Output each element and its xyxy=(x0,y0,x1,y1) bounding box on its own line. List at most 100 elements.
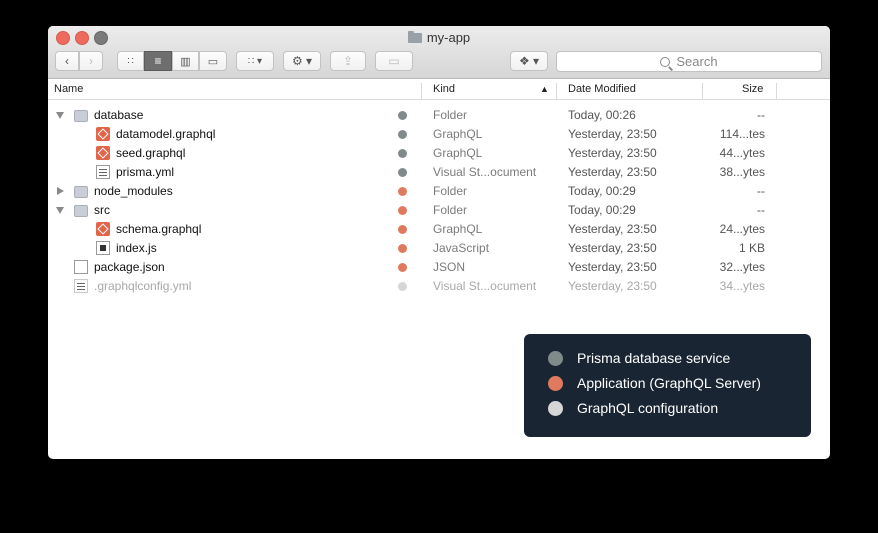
file-date-modified: Today, 00:29 xyxy=(568,184,636,198)
legend-color-dot xyxy=(548,350,563,366)
column-view-button[interactable]: ▥ xyxy=(172,51,199,71)
folder-icon xyxy=(407,31,422,43)
list-view-icon: ≡ xyxy=(154,54,162,68)
group-color-dot xyxy=(398,130,407,139)
share-button[interactable]: ⇪ xyxy=(330,51,366,71)
file-row[interactable]: schema.graphql GraphQL Yesterday, 23:50 24.… xyxy=(48,220,830,239)
file-name: src xyxy=(94,203,110,217)
file-name: node_modules xyxy=(94,184,173,198)
file-name: datamodel.graphql xyxy=(116,127,216,141)
share-icon: ⇪ xyxy=(342,54,354,68)
file-name: database xyxy=(94,108,144,122)
file-kind: GraphQL xyxy=(433,146,483,160)
legend-item: Prisma database service xyxy=(548,348,730,368)
json-file-icon xyxy=(74,260,88,274)
column-divider[interactable] xyxy=(421,83,422,99)
search-placeholder: Search xyxy=(676,54,718,69)
file-date-modified: Yesterday, 23:50 xyxy=(568,127,657,141)
group-color-dot xyxy=(398,263,407,272)
window-title: my-app xyxy=(48,30,830,45)
dropbox-icon: ❖ ▾ xyxy=(518,54,540,68)
file-kind: JSON xyxy=(433,260,466,274)
file-date-modified: Yesterday, 23:50 xyxy=(568,260,657,274)
file-kind: Folder xyxy=(433,184,468,198)
file-kind: Folder xyxy=(433,108,468,122)
column-date-modified[interactable]: Date Modified xyxy=(568,83,636,95)
graphql-file-icon xyxy=(96,146,110,160)
column-view-icon: ▥ xyxy=(180,55,191,68)
file-date-modified: Yesterday, 23:50 xyxy=(568,146,657,160)
file-size: 38...ytes xyxy=(719,165,765,179)
file-date-modified: Today, 00:29 xyxy=(568,203,636,217)
group-color-dot xyxy=(398,282,407,291)
grid-icon: ∷ ▾ xyxy=(247,55,263,67)
column-size[interactable]: Size xyxy=(742,83,763,95)
file-kind: Visual St...ocument xyxy=(433,165,537,179)
file-size: 24...ytes xyxy=(719,222,765,236)
legend-panel: Prisma database service Application (Grap… xyxy=(524,334,811,437)
icon-view-button[interactable]: ∷ xyxy=(117,51,144,71)
file-date-modified: Today, 00:26 xyxy=(568,108,636,122)
legend-item: GraphQL configuration xyxy=(548,398,718,418)
file-row[interactable]: .graphqlconfig.yml Visual St...ocument Yes… xyxy=(48,277,830,296)
arrange-button[interactable]: ∷ ▾ xyxy=(236,51,274,71)
coverflow-view-button[interactable]: ▭ xyxy=(199,51,227,71)
list-view-button[interactable]: ≡ xyxy=(144,51,172,71)
dropbox-button[interactable]: ❖ ▾ xyxy=(510,51,548,71)
file-row[interactable]: node_modules Folder Today, 00:29 -- xyxy=(48,182,830,201)
folder-icon xyxy=(74,186,88,198)
graphql-file-icon xyxy=(96,222,110,236)
watermark xyxy=(222,373,227,388)
legend-label: Prisma database service xyxy=(577,350,731,366)
file-row[interactable]: index.js JavaScript Yesterday, 23:50 1 KB xyxy=(48,239,830,258)
file-size: 1 KB xyxy=(738,241,765,255)
sort-ascending-icon: ▲ xyxy=(540,84,549,94)
column-divider[interactable] xyxy=(776,83,777,99)
column-divider[interactable] xyxy=(702,83,703,99)
file-size: -- xyxy=(757,184,765,198)
disclosure-triangle-icon[interactable] xyxy=(57,187,64,195)
tag-button[interactable]: ▭ xyxy=(375,51,413,71)
file-row[interactable]: seed.graphql GraphQL Yesterday, 23:50 44...… xyxy=(48,144,830,163)
gear-icon: ⚙ ▾ xyxy=(291,54,313,68)
window-title-text: my-app xyxy=(426,30,471,45)
file-row[interactable]: prisma.yml Visual St...ocument Yesterday, … xyxy=(48,163,830,182)
file-row[interactable]: src Folder Today, 00:29 -- xyxy=(48,201,830,220)
file-row[interactable]: datamodel.graphql GraphQL Yesterday, 23:50… xyxy=(48,125,830,144)
column-name[interactable]: Name xyxy=(54,83,83,95)
search-input[interactable]: Search xyxy=(556,51,822,72)
file-name: package.json xyxy=(94,260,165,274)
file-name: .graphqlconfig.yml xyxy=(94,279,192,293)
column-kind[interactable]: Kind xyxy=(433,83,455,95)
js-file-icon xyxy=(96,241,110,255)
file-kind: Folder xyxy=(433,203,468,217)
file-size: 114...tes xyxy=(719,127,765,141)
file-kind: GraphQL xyxy=(433,222,483,236)
file-date-modified: Yesterday, 23:50 xyxy=(568,241,657,255)
back-button[interactable]: ‹ xyxy=(55,51,79,71)
file-size: -- xyxy=(757,203,765,217)
file-kind: JavaScript xyxy=(433,241,490,255)
file-row[interactable]: database Folder Today, 00:26 -- xyxy=(48,106,830,125)
file-name: schema.graphql xyxy=(116,222,202,236)
legend-label: Application (GraphQL Server) xyxy=(577,375,761,391)
tag-icon: ▭ xyxy=(388,54,400,68)
disclosure-triangle-icon[interactable] xyxy=(56,112,64,119)
file-kind: GraphQL xyxy=(433,127,483,141)
group-color-dot xyxy=(398,149,407,158)
action-button[interactable]: ⚙ ▾ xyxy=(283,51,321,71)
yml-file-icon xyxy=(74,279,88,293)
graphql-file-icon xyxy=(96,127,110,141)
disclosure-triangle-icon[interactable] xyxy=(56,207,64,214)
legend-item: Application (GraphQL Server) xyxy=(548,373,761,393)
forward-button[interactable]: › xyxy=(79,51,103,71)
file-row[interactable]: package.json JSON Yesterday, 23:50 32...yte… xyxy=(48,258,830,277)
file-size: 32...ytes xyxy=(719,260,765,274)
yml-file-icon xyxy=(96,165,110,179)
legend-color-dot xyxy=(548,375,563,391)
group-color-dot xyxy=(398,244,407,253)
file-date-modified: Yesterday, 23:50 xyxy=(568,165,657,179)
group-color-dot xyxy=(398,206,407,215)
group-color-dot xyxy=(398,187,407,196)
column-divider[interactable] xyxy=(556,83,557,99)
